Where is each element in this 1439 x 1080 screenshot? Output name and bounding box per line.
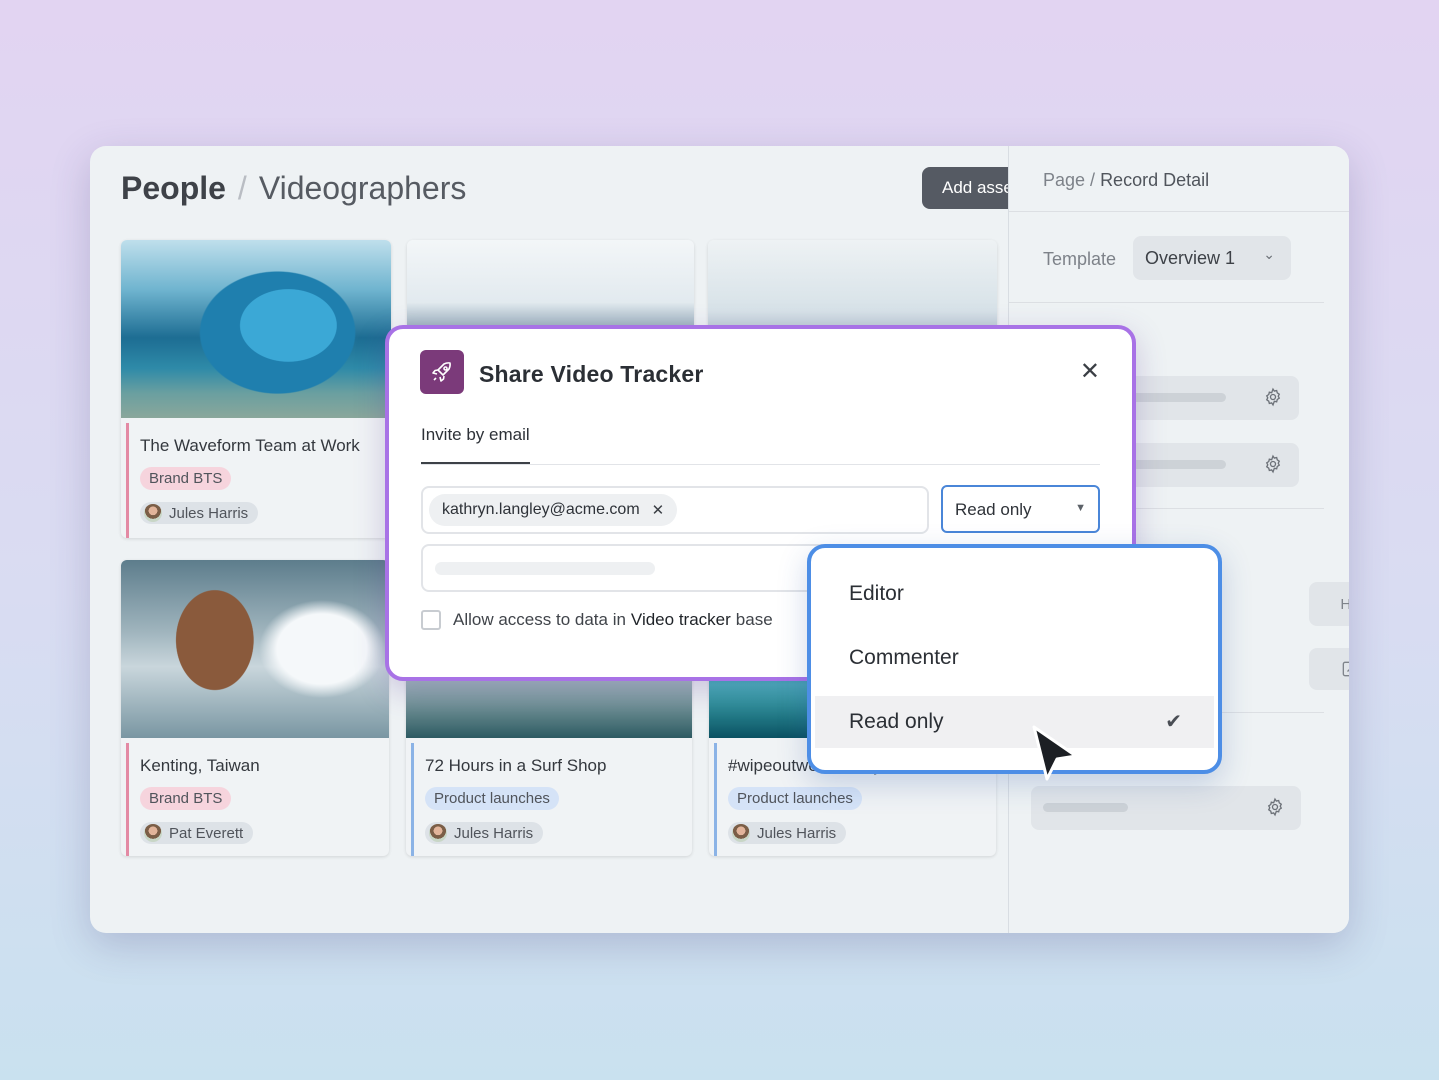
access-text-suffix: base [735,610,773,629]
heading-chip-label: H3 [1340,595,1349,613]
card-title: 72 Hours in a Surf Shop [425,756,607,775]
avatar [144,504,162,522]
card-meta: The Waveform Team at Work Brand BTS Jule… [126,423,391,538]
panel-divider [1209,712,1324,713]
panel-field-row[interactable] [1031,786,1301,830]
email-chip-text: kathryn.langley@acme.com [442,501,640,518]
option-label: Editor [849,582,904,605]
card-person-name: Pat Everett [169,824,244,842]
card-title: Kenting, Taiwan [140,756,260,775]
panel-breadcrumb: Page / Record Detail [1043,170,1209,191]
access-text-prefix: Allow access to data in [453,610,626,629]
permission-select-value: Read only [955,500,1032,519]
card-person-name: Jules Harris [757,824,837,842]
card-tag[interactable]: Product launches [728,787,862,810]
placeholder-bar [435,562,655,575]
permission-dropdown: Editor Commenter Read only ✔ [807,544,1222,774]
card-waveform-team[interactable]: The Waveform Team at Work Brand BTS Jule… [121,240,391,538]
card-person[interactable]: Jules Harris [728,822,847,844]
card-person-name: Jules Harris [454,824,534,842]
gear-icon[interactable] [1261,385,1285,409]
card-title: The Waveform Team at Work [140,436,360,455]
caret-down-icon: ▼ [1075,502,1086,514]
option-read-only[interactable]: Read only ✔ [815,696,1214,748]
email-chip[interactable]: kathryn.langley@acme.com ✕ [429,494,678,526]
avatar [144,824,162,842]
expand-chip[interactable] [1309,648,1349,690]
permission-select[interactable]: Read only ▼ [941,485,1100,533]
card-person[interactable]: Pat Everett [140,822,254,844]
mouse-cursor-icon [1030,724,1082,789]
option-label: Read only [849,710,944,733]
rocket-icon [420,350,464,394]
card-photo [121,240,391,418]
template-label: Template [1043,249,1117,269]
template-select-value: Overview 1 [1145,248,1236,268]
card-tag[interactable]: Brand BTS [140,787,232,810]
card-photo [121,560,389,738]
card-kenting-taiwan[interactable]: Kenting, Taiwan Brand BTS Pat Everett [121,560,389,856]
remove-email-icon[interactable]: ✕ [652,501,665,519]
check-icon: ✔ [1165,711,1182,733]
breadcrumb-page: Videographers [258,170,467,206]
panel-divider [1009,211,1349,212]
tab-invite-by-email[interactable]: Invite by email [421,425,530,465]
breadcrumb-separator: / [237,170,247,206]
panel-breadcrumb-prefix: Page / [1043,170,1096,190]
close-icon[interactable]: ✕ [1080,360,1100,384]
card-meta: Kenting, Taiwan Brand BTS Pat Everett [126,743,389,856]
breadcrumb: People / Videographers [121,168,466,208]
modal-title: Share Video Tracker [479,361,704,387]
card-tag[interactable]: Product launches [425,787,559,810]
panel-breadcrumb-page: Record Detail [1100,170,1210,190]
panel-divider [1119,508,1324,509]
card-person[interactable]: Jules Harris [140,502,259,524]
allow-access-checkbox[interactable] [421,610,441,630]
heading-style-chip[interactable]: H3 [1309,582,1349,626]
card-person[interactable]: Jules Harris [425,822,544,844]
access-text-base: Video tracker [630,610,731,629]
allow-access-row: Allow access to data in Video tracker ba… [421,610,773,630]
option-label: Commenter [849,646,959,669]
expand-icon [1342,661,1349,677]
panel-divider [1009,302,1324,303]
card-person-name: Jules Harris [169,504,249,522]
gear-icon[interactable] [1263,795,1287,819]
avatar [732,824,750,842]
option-editor[interactable]: Editor [815,568,1214,620]
tab-divider [421,464,1100,465]
card-tag[interactable]: Brand BTS [140,467,232,490]
card-meta: 72 Hours in a Surf Shop Product launches… [411,743,692,856]
avatar [429,824,447,842]
placeholder-bar [1043,803,1128,812]
message-input[interactable] [421,544,841,592]
template-select[interactable]: Overview 1 ⌄ [1133,236,1291,280]
gear-icon[interactable] [1261,452,1285,476]
email-input[interactable]: kathryn.langley@acme.com ✕ [421,486,929,534]
breadcrumb-section[interactable]: People [121,170,226,206]
option-commenter[interactable]: Commenter [815,632,1214,684]
chevron-down-icon: ⌄ [1263,246,1275,262]
